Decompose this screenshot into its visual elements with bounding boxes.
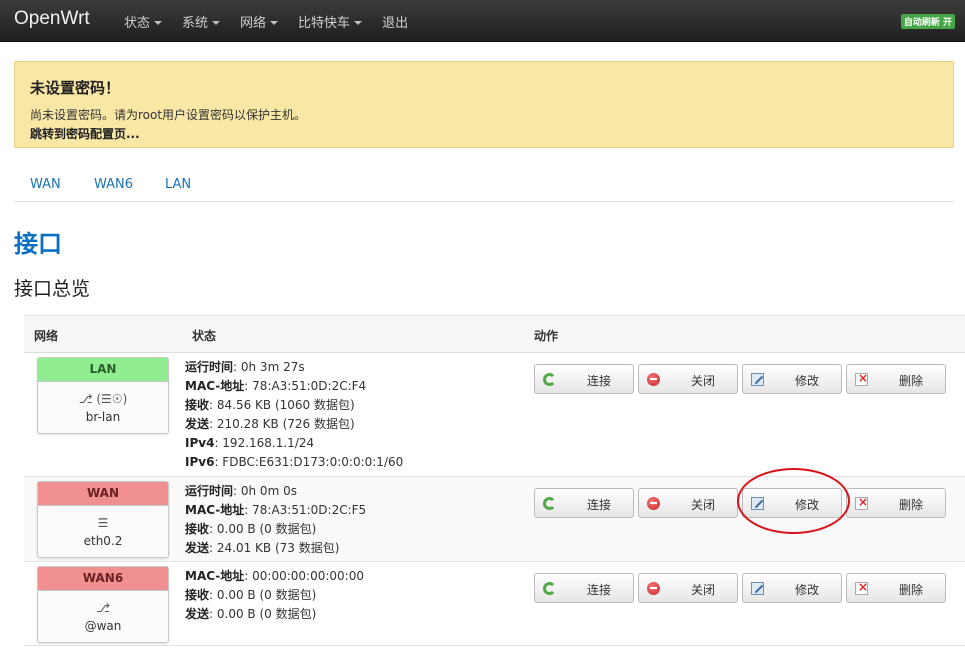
connect-button[interactable]: 连接 [534, 488, 634, 518]
status-value: : 78:A3:51:0D:2C:F4 [244, 379, 367, 393]
interface-overview-table: 网络 状态 动作 LAN ⎇ (☰☉) br-lan 运行时间: 0h 3m 2… [24, 315, 965, 646]
delete-icon [855, 371, 868, 386]
row-actions: 连接 关闭 修改 删除 [534, 364, 950, 394]
chevron-down-icon [212, 21, 221, 25]
table-row-lan: LAN ⎇ (☰☉) br-lan 运行时间: 0h 3m 27s MAC-地址… [24, 353, 965, 477]
row-actions: 连接 关闭 修改 删除 [534, 573, 950, 603]
tab-lan[interactable]: LAN [165, 177, 191, 192]
status-key: 发送 [185, 417, 210, 431]
connect-button[interactable]: 连接 [534, 364, 634, 394]
status-key: 运行时间 [185, 484, 234, 498]
delete-icon [855, 495, 868, 510]
delete-icon [855, 580, 868, 595]
bridge-icon: ⎇ (☰☉) [78, 392, 128, 406]
stop-button[interactable]: 关闭 [638, 573, 738, 603]
brand-logo[interactable]: OpenWrt [14, 8, 90, 30]
table-row-wan6: WAN6 ⎇ @wan MAC-地址: 00:00:00:00:00:00 接收… [24, 562, 965, 646]
table-header: 网络 状态 动作 [24, 315, 965, 353]
status-key: 发送 [185, 541, 210, 555]
status-key: 接收 [185, 398, 210, 412]
status-value: : 84.56 KB (1060 数据包) [209, 398, 355, 412]
edit-button[interactable]: 修改 [742, 573, 842, 603]
interface-device: @wan [84, 619, 122, 633]
status-key: 接收 [185, 588, 210, 602]
delete-button[interactable]: 删除 [846, 364, 946, 394]
interface-name: LAN [38, 358, 168, 382]
stop-button[interactable]: 关闭 [638, 488, 738, 518]
interface-status: 运行时间: 0h 0m 0s MAC-地址: 78:A3:51:0D:2C:F5… [185, 482, 525, 558]
status-value: : 24.01 KB (73 数据包) [209, 541, 340, 555]
interface-status: MAC-地址: 00:00:00:00:00:00 接收: 0.00 B (0 … [185, 567, 525, 624]
status-key: IPv4 [185, 436, 215, 450]
header-actions: 动作 [534, 329, 559, 343]
edit-button[interactable]: 修改 [742, 364, 842, 394]
interface-tabs: WAN WAN6 LAN [14, 168, 954, 202]
stop-icon [647, 373, 660, 386]
interface-name: WAN6 [38, 567, 168, 591]
row-actions: 连接 关闭 修改 删除 [534, 488, 950, 518]
menu-system[interactable]: 系统 [182, 12, 221, 31]
status-value: : 210.28 KB (726 数据包) [209, 417, 355, 431]
reload-icon [543, 497, 556, 510]
edit-button[interactable]: 修改 [742, 488, 842, 518]
status-value: : 0h 0m 0s [233, 484, 297, 498]
interface-badge-wan: WAN ☰ eth0.2 [37, 481, 169, 558]
stop-icon [647, 497, 660, 510]
interface-device: eth0.2 [83, 534, 123, 548]
status-key: 接收 [185, 522, 210, 536]
ethernet-icon: ☰ [97, 516, 109, 530]
main-menu: 状态 系统 网络 比特快车 退出 [124, 0, 428, 42]
interface-badge-lan: LAN ⎇ (☰☉) br-lan [37, 357, 169, 434]
status-key: 发送 [185, 607, 210, 621]
status-key: MAC-地址 [185, 379, 245, 393]
tab-wan[interactable]: WAN [30, 177, 61, 192]
top-navbar: OpenWrt 状态 系统 网络 比特快车 退出 自动刷新 开 [0, 0, 965, 42]
stop-button[interactable]: 关闭 [638, 364, 738, 394]
status-key: 运行时间 [185, 360, 234, 374]
interface-status: 运行时间: 0h 3m 27s MAC-地址: 78:A3:51:0D:2C:F… [185, 358, 525, 472]
status-key: MAC-地址 [185, 569, 245, 583]
no-password-alert: 未设置密码！ 尚未设置密码。请为root用户设置密码以保护主机。 跳转到密码配置… [14, 61, 954, 148]
alert-message: 尚未设置密码。请为root用户设置密码以保护主机。 [30, 108, 307, 122]
interface-badge-wan6: WAN6 ⎇ @wan [37, 566, 169, 643]
menu-bittorrent[interactable]: 比特快车 [298, 12, 363, 31]
alert-title: 未设置密码！ [30, 79, 121, 97]
status-value: : 00:00:00:00:00:00 [244, 569, 364, 583]
chevron-down-icon [154, 21, 163, 25]
alias-icon: ⎇ [96, 601, 110, 615]
delete-button[interactable]: 删除 [846, 573, 946, 603]
status-value: : 0.00 B (0 数据包) [209, 522, 317, 536]
header-network: 网络 [34, 329, 59, 343]
tab-wan6[interactable]: WAN6 [94, 177, 133, 192]
password-config-link[interactable]: 跳转到密码配置页... [30, 125, 140, 142]
edit-icon [751, 373, 764, 386]
edit-icon [751, 582, 764, 595]
menu-logout[interactable]: 退出 [382, 12, 408, 31]
auto-refresh-toggle[interactable]: 自动刷新 开 [900, 14, 955, 29]
stop-icon [647, 582, 660, 595]
section-title: 接口总览 [14, 278, 91, 300]
edit-icon [751, 497, 764, 510]
status-value: : 192.168.1.1/24 [214, 436, 315, 450]
header-status: 状态 [192, 329, 217, 343]
chevron-down-icon [354, 21, 363, 25]
chevron-down-icon [270, 21, 279, 25]
reload-icon [543, 582, 556, 595]
interface-device: br-lan [85, 410, 121, 424]
menu-network[interactable]: 网络 [240, 12, 279, 31]
connect-button[interactable]: 连接 [534, 573, 634, 603]
reload-icon [543, 373, 556, 386]
status-key: IPv6 [185, 455, 215, 469]
status-key: MAC-地址 [185, 503, 245, 517]
status-value: : 0.00 B (0 数据包) [209, 607, 317, 621]
delete-button[interactable]: 删除 [846, 488, 946, 518]
menu-status[interactable]: 状态 [124, 12, 163, 31]
interface-name: WAN [38, 482, 168, 506]
status-value: : FDBC:E631:D173:0:0:0:0:1/60 [214, 455, 404, 469]
table-row-wan: WAN ☰ eth0.2 运行时间: 0h 0m 0s MAC-地址: 78:A… [24, 477, 965, 562]
page-title: 接口 [14, 230, 62, 258]
status-value: : 0.00 B (0 数据包) [209, 588, 317, 602]
status-value: : 0h 3m 27s [233, 360, 305, 374]
status-value: : 78:A3:51:0D:2C:F5 [244, 503, 367, 517]
